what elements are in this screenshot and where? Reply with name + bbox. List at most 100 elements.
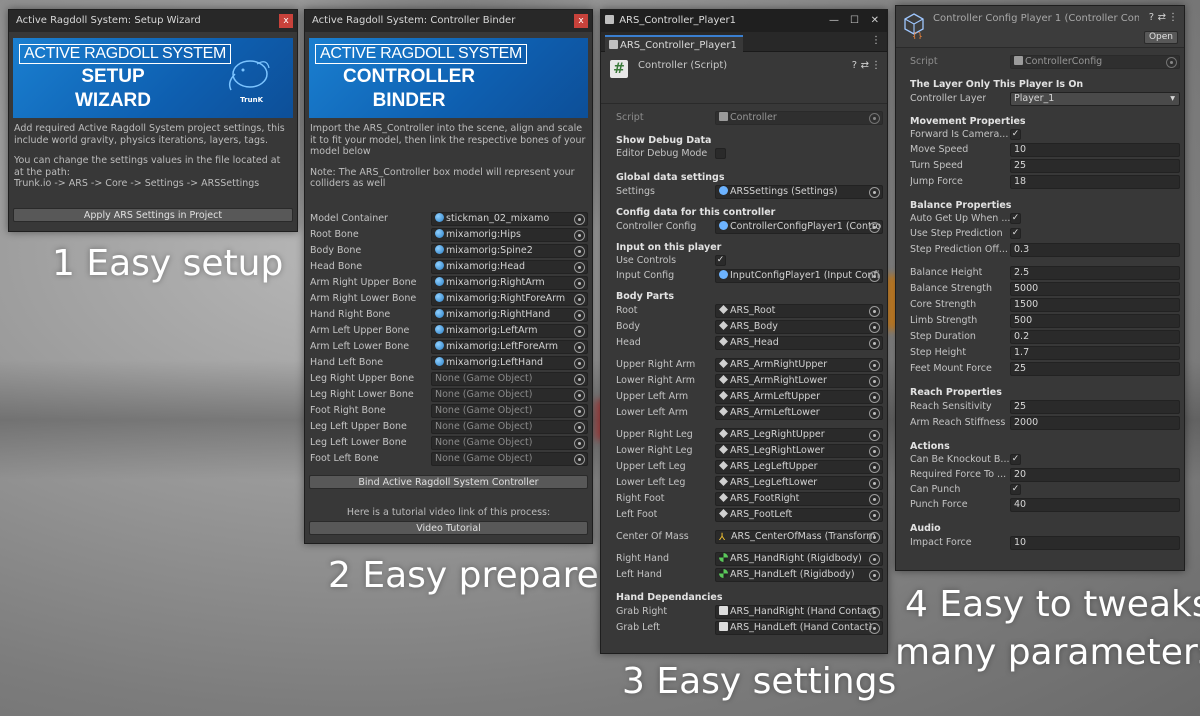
object-picker-icon[interactable] [869, 478, 880, 489]
object-picker-icon[interactable] [869, 408, 880, 419]
body-part-field[interactable]: ARS_FootLeft [715, 508, 883, 522]
bone-field[interactable]: None (Game Object) [431, 372, 588, 386]
minimize-icon[interactable]: — [829, 10, 839, 32]
bone-field[interactable]: stickman_02_mixamo [431, 212, 588, 226]
bone-field[interactable]: None (Game Object) [431, 436, 588, 450]
object-picker-icon[interactable] [574, 342, 585, 353]
body-part-field[interactable]: ARS_Root [715, 304, 883, 318]
arm-reach-stiffness-input[interactable]: 2000 [1010, 416, 1180, 430]
close-button[interactable]: x [279, 14, 293, 28]
feet-mount-force-input[interactable]: 25 [1010, 362, 1180, 376]
object-picker-icon[interactable] [574, 230, 585, 241]
object-picker-icon[interactable] [574, 326, 585, 337]
close-button[interactable]: x [574, 14, 588, 28]
object-picker-icon[interactable] [869, 446, 880, 457]
tab-controller-player1[interactable]: ARS_Controller_Player1 [605, 35, 743, 52]
object-picker-icon[interactable] [574, 422, 585, 433]
object-picker-icon[interactable] [574, 278, 585, 289]
object-picker-icon[interactable] [869, 510, 880, 521]
object-picker-icon[interactable] [869, 187, 880, 198]
object-picker-icon[interactable] [574, 358, 585, 369]
object-picker-icon[interactable] [574, 454, 585, 465]
body-part-field[interactable]: ARS_FootRight [715, 492, 883, 506]
bone-field[interactable]: mixamorig:LeftHand [431, 356, 588, 370]
object-picker-icon[interactable] [869, 623, 880, 634]
object-picker-icon[interactable] [869, 322, 880, 333]
body-part-field[interactable]: ARS_LegLeftLower [715, 476, 883, 490]
object-picker-icon[interactable] [869, 607, 880, 618]
right-hand-field[interactable]: ARS_HandRight (Rigidbody) [715, 552, 883, 566]
object-picker-icon[interactable] [869, 430, 880, 441]
impact-force-input[interactable]: 10 [1010, 536, 1180, 550]
tab-menu-icon[interactable]: ⋮ [871, 35, 881, 46]
bind-controller-button[interactable]: Bind Active Ragdoll System Controller [309, 475, 588, 489]
use-controls-checkbox[interactable]: ✓ [715, 255, 726, 266]
object-picker-icon[interactable] [869, 494, 880, 505]
object-picker-icon[interactable] [869, 306, 880, 317]
use-step-prediction-checkbox[interactable]: ✓ [1010, 228, 1021, 239]
bone-field[interactable]: mixamorig:LeftForeArm [431, 340, 588, 354]
step-height-input[interactable]: 1.7 [1010, 346, 1180, 360]
body-part-field[interactable]: ARS_LegRightUpper [715, 428, 883, 442]
object-picker-icon[interactable] [869, 222, 880, 233]
bone-field[interactable]: mixamorig:Hips [431, 228, 588, 242]
controller-config-field[interactable]: ControllerConfigPlayer1 (Contro [715, 220, 883, 234]
object-picker-icon[interactable] [574, 406, 585, 417]
limb-strength-input[interactable]: 500 [1010, 314, 1180, 328]
object-picker-icon[interactable] [869, 376, 880, 387]
debug-mode-checkbox[interactable] [715, 148, 726, 159]
bone-field[interactable]: mixamorig:Head [431, 260, 588, 274]
body-part-field[interactable]: ARS_Body [715, 320, 883, 334]
input-config-field[interactable]: InputConfigPlayer1 (Input Confi [715, 269, 883, 283]
step-prediction-offset-input[interactable]: 0.3 [1010, 243, 1180, 257]
grab-left-field[interactable]: ARS_HandLeft (Hand Contact) [715, 621, 883, 635]
preset-icon[interactable]: ⇄ [1158, 12, 1166, 23]
reach-sensitivity-input[interactable]: 25 [1010, 400, 1180, 414]
object-picker-icon[interactable] [869, 271, 880, 282]
move-speed-input[interactable]: 10 [1010, 143, 1180, 157]
grab-right-field[interactable]: ARS_HandRight (Hand Contact [715, 605, 883, 619]
video-tutorial-button[interactable]: Video Tutorial [309, 521, 588, 535]
body-part-field[interactable]: ARS_ArmRightUpper [715, 358, 883, 372]
punch-force-input[interactable]: 40 [1010, 498, 1180, 512]
body-part-field[interactable]: ARS_Head [715, 336, 883, 350]
object-picker-icon[interactable] [869, 360, 880, 371]
balance-height-input[interactable]: 2.5 [1010, 266, 1180, 280]
bone-field[interactable]: mixamorig:Spine2 [431, 244, 588, 258]
bone-field[interactable]: None (Game Object) [431, 388, 588, 402]
object-picker-icon[interactable] [574, 294, 585, 305]
bone-field[interactable]: None (Game Object) [431, 452, 588, 466]
object-picker-icon[interactable] [574, 374, 585, 385]
auto-get-up-checkbox[interactable]: ✓ [1010, 213, 1021, 224]
body-part-field[interactable]: ARS_ArmLeftUpper [715, 390, 883, 404]
object-picker-icon[interactable] [574, 438, 585, 449]
open-button[interactable]: Open [1144, 31, 1178, 44]
core-strength-input[interactable]: 1500 [1010, 298, 1180, 312]
bone-field[interactable]: mixamorig:LeftArm [431, 324, 588, 338]
apply-settings-button[interactable]: Apply ARS Settings in Project [13, 208, 293, 222]
controller-layer-dropdown[interactable]: Player_1 ▾ [1010, 92, 1180, 106]
jump-force-input[interactable]: 18 [1010, 175, 1180, 189]
maximize-icon[interactable]: ☐ [850, 10, 859, 32]
object-picker-icon[interactable] [869, 554, 880, 565]
help-icon[interactable]: ? [852, 60, 857, 71]
object-picker-icon[interactable] [869, 392, 880, 403]
help-icon[interactable]: ? [1149, 12, 1154, 23]
bone-field[interactable]: None (Game Object) [431, 404, 588, 418]
component-menu-icon[interactable]: ⋮ [1168, 12, 1178, 23]
step-duration-input[interactable]: 0.2 [1010, 330, 1180, 344]
object-picker-icon[interactable] [869, 338, 880, 349]
left-hand-field[interactable]: ARS_HandLeft (Rigidbody) [715, 568, 883, 582]
object-picker-icon[interactable] [574, 390, 585, 401]
settings-field[interactable]: ARSSettings (Settings) [715, 185, 883, 199]
bone-field[interactable]: None (Game Object) [431, 420, 588, 434]
object-picker-icon[interactable] [574, 246, 585, 257]
component-menu-icon[interactable]: ⋮ [871, 60, 881, 71]
bone-field[interactable]: mixamorig:RightHand [431, 308, 588, 322]
object-picker-icon[interactable] [869, 462, 880, 473]
object-picker-icon[interactable] [574, 310, 585, 321]
object-picker-icon[interactable] [869, 532, 880, 543]
preset-icon[interactable]: ⇄ [861, 60, 869, 71]
can-be-knockout-checkbox[interactable]: ✓ [1010, 454, 1021, 465]
body-part-field[interactable]: ARS_LegLeftUpper [715, 460, 883, 474]
